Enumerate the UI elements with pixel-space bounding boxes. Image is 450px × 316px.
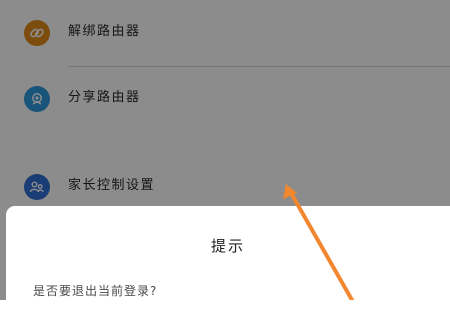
dialog-title: 提示	[210, 237, 245, 255]
dialog-message: 是否要退出当前登录?	[33, 284, 158, 298]
